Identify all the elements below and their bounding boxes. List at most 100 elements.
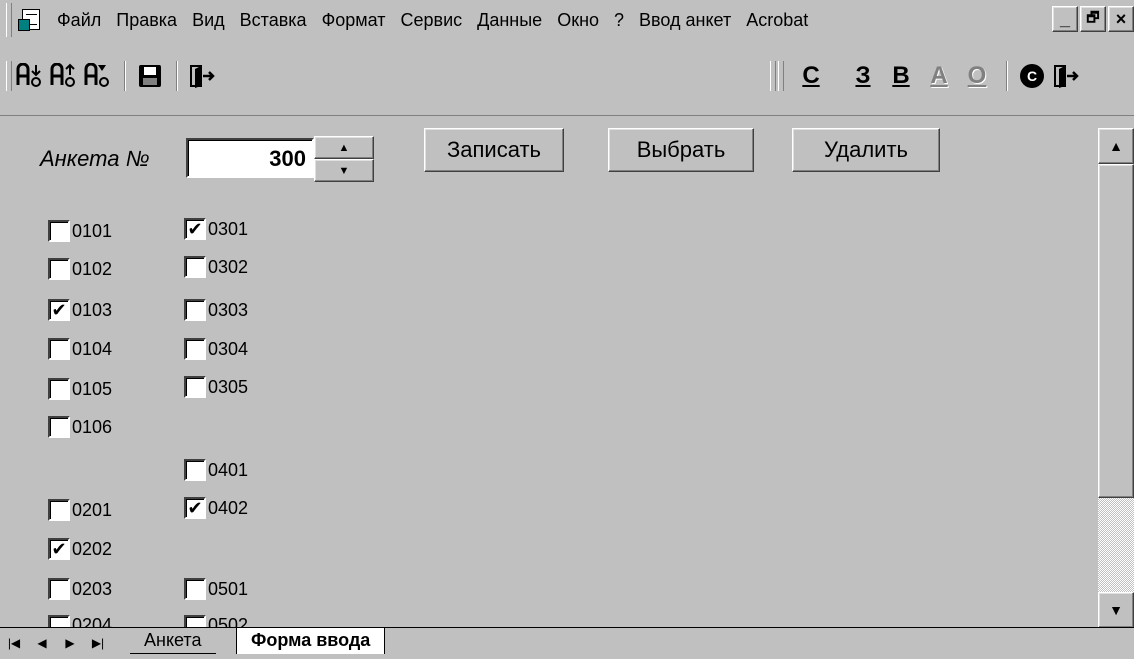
checkbox-label: 0105 (72, 378, 113, 399)
checkbox-label: 0204 (72, 615, 113, 627)
checkbox-box[interactable]: ✔ (48, 299, 70, 321)
menu-edit[interactable]: Правка (109, 0, 185, 40)
checkbox-0305[interactable]: 0305 (184, 376, 248, 398)
checkbox-0302[interactable]: 0302 (184, 256, 248, 278)
checkbox-label: 0102 (72, 258, 113, 279)
checkbox-box[interactable] (48, 615, 70, 627)
checkbox-box[interactable] (48, 220, 70, 242)
checkbox-box[interactable] (184, 459, 206, 481)
menu-tools[interactable]: Сервис (394, 0, 471, 40)
checkbox-0203[interactable]: 0203 (48, 578, 112, 600)
checkbox-0501[interactable]: 0501 (184, 578, 248, 600)
select-record-button[interactable]: Выбрать (608, 128, 754, 172)
checkbox-0304[interactable]: 0304 (184, 338, 248, 360)
copyright-icon[interactable]: C (1016, 60, 1048, 92)
checkbox-box[interactable] (48, 338, 70, 360)
close-button[interactable]: × (1108, 6, 1134, 32)
checkbox-0103[interactable]: ✔ 0103 (48, 299, 112, 321)
restore-icon: 🗗 (1086, 9, 1100, 25)
scroll-thumb[interactable] (1098, 164, 1134, 498)
spin-down-button[interactable]: ▼ (314, 159, 374, 182)
menu-view[interactable]: Вид (185, 0, 233, 40)
checkbox-box[interactable] (48, 499, 70, 521)
prev-sheet-button[interactable]: ◀ (32, 632, 52, 654)
scroll-down-button[interactable]: ▼ (1098, 592, 1134, 628)
sort-descending-icon[interactable] (48, 60, 80, 92)
checkbox-0402[interactable]: ✔ 0402 (184, 497, 248, 519)
checkbox-box[interactable] (184, 615, 206, 627)
checkbox-0204[interactable]: 0204 (48, 615, 112, 627)
menu-acrobat[interactable]: Acrobat (739, 0, 816, 40)
restore-button[interactable]: 🗗 (1080, 6, 1106, 32)
checkbox-box[interactable] (48, 378, 70, 400)
toolbar-grip-right-2[interactable] (778, 61, 784, 91)
menu-format[interactable]: Формат (315, 0, 394, 40)
vertical-scrollbar[interactable]: ▲ ▼ (1098, 128, 1134, 628)
first-sheet-button[interactable]: |◀ (4, 632, 24, 654)
menu-bar-grip[interactable] (6, 3, 12, 37)
sort-custom-icon[interactable] (82, 60, 114, 92)
minimize-icon: _ (1059, 8, 1070, 29)
spin-up-button[interactable]: ▲ (314, 136, 374, 159)
checkbox-label: 0103 (72, 299, 113, 320)
menu-help[interactable]: ? (607, 0, 632, 40)
checkbox-label: 0101 (72, 220, 113, 241)
checkbox-0502[interactable]: 0502 (184, 615, 248, 627)
checkbox-0202[interactable]: ✔ 0202 (48, 538, 112, 560)
menu-insert[interactable]: Вставка (233, 0, 315, 40)
checkbox-label: 0401 (208, 459, 249, 480)
checkbox-0106[interactable]: 0106 (48, 416, 112, 438)
workbook-icon[interactable] (18, 7, 44, 33)
letter-v-button[interactable]: В (884, 59, 918, 93)
triangle-down-icon: ▼ (338, 164, 350, 177)
checkbox-box[interactable] (184, 578, 206, 600)
checkbox-box[interactable] (48, 578, 70, 600)
checkbox-0101[interactable]: 0101 (48, 220, 112, 242)
checkbox-0105[interactable]: 0105 (48, 378, 112, 400)
toolbar-grip[interactable] (6, 61, 12, 91)
save-record-button[interactable]: Записать (424, 128, 564, 172)
checkbox-0201[interactable]: 0201 (48, 499, 112, 521)
delete-record-button[interactable]: Удалить (792, 128, 940, 172)
checkbox-0301[interactable]: ✔ 0301 (184, 218, 248, 240)
sheet-tab-input-form[interactable]: Форма ввода (236, 628, 386, 654)
checkbox-box[interactable] (48, 416, 70, 438)
letter-z-button[interactable]: З (846, 59, 880, 93)
menu-survey-input[interactable]: Ввод анкет (632, 0, 739, 40)
last-sheet-button[interactable]: ▶| (88, 632, 108, 654)
scroll-up-button[interactable]: ▲ (1098, 128, 1134, 164)
checkbox-0303[interactable]: 0303 (184, 299, 248, 321)
checkbox-0102[interactable]: 0102 (48, 258, 112, 280)
checkbox-box[interactable]: ✔ (184, 218, 206, 240)
checkbox-box[interactable] (184, 299, 206, 321)
checkbox-label: 0303 (208, 299, 249, 320)
checkbox-box[interactable]: ✔ (48, 538, 70, 560)
checkbox-label: 0201 (72, 499, 113, 520)
minimize-button[interactable]: _ (1052, 6, 1078, 32)
exit-icon-right[interactable] (1050, 60, 1082, 92)
letter-o-button: О (967, 62, 987, 89)
sort-ascending-icon[interactable] (14, 60, 46, 92)
letter-s-button[interactable]: С (794, 59, 828, 93)
survey-number-field[interactable]: 300 (186, 138, 314, 178)
toolbar-grip-right[interactable] (770, 61, 776, 91)
checkbox-label: 0106 (72, 416, 113, 437)
menu-window[interactable]: Окно (550, 0, 607, 40)
exit-icon[interactable] (186, 60, 218, 92)
checkbox-0104[interactable]: 0104 (48, 338, 112, 360)
toolbar-right-group: С З В А О C (770, 44, 1084, 108)
menu-file[interactable]: Файл (50, 0, 109, 40)
checkbox-box[interactable] (48, 258, 70, 280)
next-sheet-button[interactable]: ▶ (60, 632, 80, 654)
toolbar-separator (176, 61, 178, 91)
sheet-tab-bar: |◀ ◀ ▶ ▶| Анкета Форма ввода (0, 627, 1134, 659)
sheet-tab-anketa[interactable]: Анкета (130, 628, 216, 654)
checkbox-box[interactable] (184, 256, 206, 278)
save-icon[interactable] (134, 60, 166, 92)
menu-data[interactable]: Данные (470, 0, 550, 40)
checkbox-box[interactable] (184, 338, 206, 360)
checkbox-label: 0501 (208, 578, 249, 599)
checkbox-box[interactable]: ✔ (184, 497, 206, 519)
checkbox-box[interactable] (184, 376, 206, 398)
checkbox-0401[interactable]: 0401 (184, 459, 248, 481)
